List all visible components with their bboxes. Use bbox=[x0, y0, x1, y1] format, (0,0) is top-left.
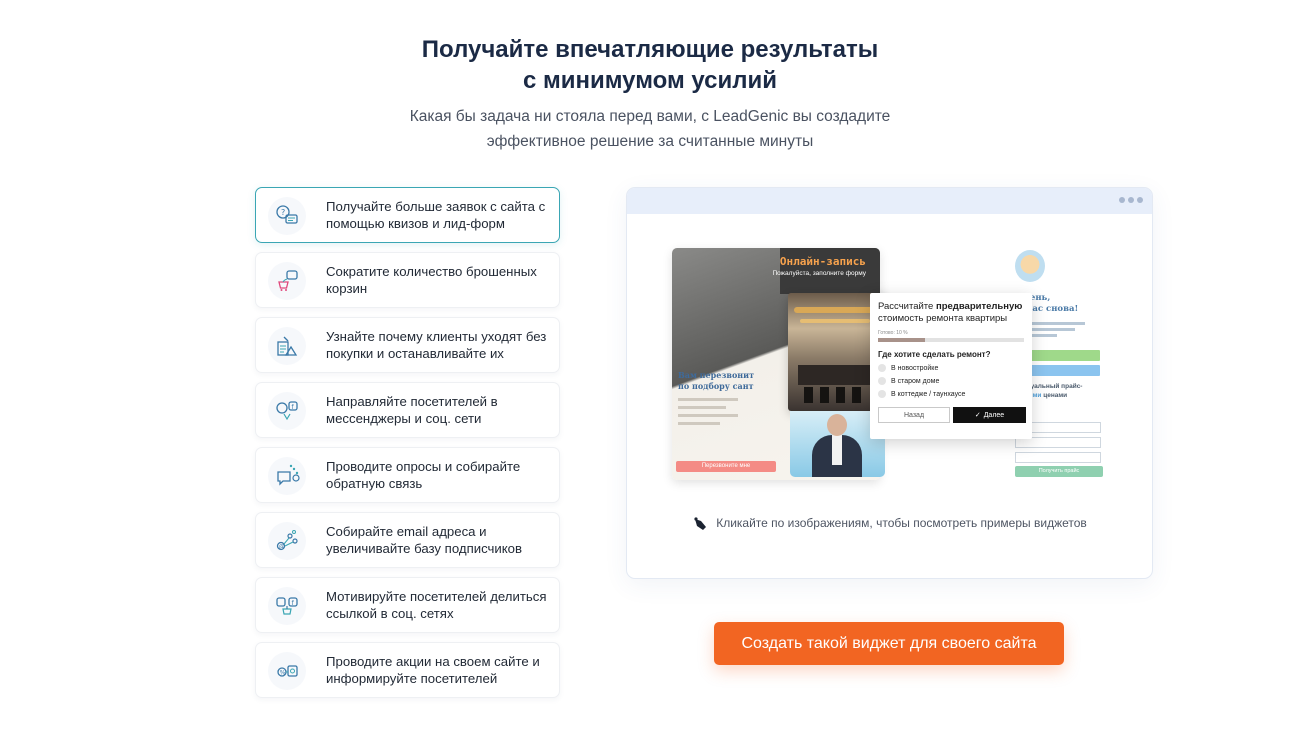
share-icon: f bbox=[268, 587, 306, 625]
price-button: Получить прайс bbox=[1015, 466, 1103, 477]
preview-hint: Кликайте по изображениям, чтобы посмотре… bbox=[627, 515, 1152, 531]
feature-label: Получайте больше заявок с сайта с помощь… bbox=[326, 198, 546, 232]
feature-label: Собирайте email адреса и увеличивайте ба… bbox=[326, 523, 523, 557]
feature-label: Узнайте почему клиенты уходят без покупк… bbox=[326, 328, 547, 362]
email-icon: @ bbox=[268, 522, 306, 560]
browser-bar bbox=[627, 188, 1152, 214]
feature-item-promos[interactable]: % Проводите акции на своем сайте и инфор… bbox=[255, 642, 560, 698]
form-field bbox=[1015, 452, 1101, 463]
booking-title: Онлайн-запись bbox=[779, 255, 866, 268]
svg-text:%: % bbox=[280, 670, 286, 677]
radio-icon bbox=[878, 377, 886, 385]
heading-line-1: Получайте впечатляющие результаты bbox=[421, 36, 879, 63]
messenger-icon: f bbox=[268, 392, 306, 430]
quiz-back-button: Назад bbox=[878, 407, 951, 423]
feature-label: Сократите количество брошенных корзин bbox=[326, 263, 537, 297]
feature-label: Мотивируйте посетителей делиться ссылкой… bbox=[326, 588, 547, 622]
promo-icon: % bbox=[268, 652, 306, 690]
booking-subtitle: Пожалуйста, заполните форму bbox=[772, 270, 866, 277]
feature-item-surveys[interactable]: Проводите опросы и собирайте обратную св… bbox=[255, 447, 560, 503]
callback-heading: Вам перезвонит по подбору сант bbox=[678, 370, 755, 391]
quiz-option: В коттедже / таунхаусе bbox=[878, 390, 1026, 398]
survey-icon bbox=[268, 457, 306, 495]
feature-item-leads[interactable]: ? Получайте больше заявок с сайта с помо… bbox=[255, 187, 560, 243]
feature-item-messengers[interactable]: f Направляйте посетителей в мессенджеры … bbox=[255, 382, 560, 438]
callback-button: Перезвоните мне bbox=[676, 461, 776, 472]
exit-intent-icon bbox=[268, 327, 306, 365]
feature-label: Проводите опросы и собирайте обратную св… bbox=[326, 458, 521, 492]
quiz-option: В старом доме bbox=[878, 377, 1026, 385]
quiz-form-icon: ? bbox=[268, 197, 306, 235]
quiz-progress-bar bbox=[878, 338, 1024, 342]
quiz-title: Рассчитайте предварительную стоимость ре… bbox=[878, 301, 1023, 324]
feature-label: Проводите акции на своем сайте и информи… bbox=[326, 653, 540, 687]
create-widget-button[interactable]: Создать такой виджет для своего сайта bbox=[714, 622, 1064, 665]
feature-list: ? Получайте больше заявок с сайта с помо… bbox=[255, 187, 560, 707]
cart-chat-icon bbox=[268, 262, 306, 300]
check-icon: ✓ bbox=[974, 412, 981, 419]
subheading-line-1: Какая бы задача ни стояла перед вами, с … bbox=[409, 108, 891, 125]
section-heading: Получайте впечатляющие результаты с мини… bbox=[0, 34, 1300, 96]
quiz-progress-label: Готово: 10 % bbox=[878, 330, 908, 336]
radio-icon bbox=[878, 364, 886, 372]
quiz-option: В новостройке bbox=[878, 364, 1026, 372]
widget-preview: Онлайн-запись Пожалуйста, заполните форм… bbox=[626, 187, 1153, 579]
feature-label: Направляйте посетителей в мессенджеры и … bbox=[326, 393, 498, 427]
quiz-next-button: ✓ Далее bbox=[953, 407, 1026, 423]
hand-pointer-icon bbox=[694, 517, 707, 530]
section-subheading: Какая бы задача ни стояла перед вами, с … bbox=[0, 104, 1300, 154]
svg-text:@: @ bbox=[279, 544, 285, 551]
feature-item-emails[interactable]: @ Собирайте email адреса и увеличивайте … bbox=[255, 512, 560, 568]
widget-examples[interactable]: Онлайн-запись Пожалуйста, заполните форм… bbox=[672, 248, 1103, 488]
feature-item-carts[interactable]: Сократите количество брошенных корзин bbox=[255, 252, 560, 308]
feature-item-exit[interactable]: Узнайте почему клиенты уходят без покупк… bbox=[255, 317, 560, 373]
quiz-question: Где хотите сделать ремонт? bbox=[878, 350, 991, 359]
subheading-line-2: эффективное решение за считанные минуты bbox=[486, 133, 814, 150]
widget-example-quiz[interactable]: Рассчитайте предварительную стоимость ре… bbox=[870, 293, 1032, 439]
hint-text: Кликайте по изображениям, чтобы посмотре… bbox=[716, 516, 1087, 530]
chatbot-avatar-icon bbox=[1015, 250, 1045, 282]
svg-text:?: ? bbox=[281, 208, 285, 217]
text-lines bbox=[678, 398, 738, 430]
heading-line-2: с минимумом усилий bbox=[522, 67, 778, 94]
window-dots-icon bbox=[1119, 197, 1143, 203]
radio-icon bbox=[878, 390, 886, 398]
feature-item-sharing[interactable]: f Мотивируйте посетителей делиться ссылк… bbox=[255, 577, 560, 633]
